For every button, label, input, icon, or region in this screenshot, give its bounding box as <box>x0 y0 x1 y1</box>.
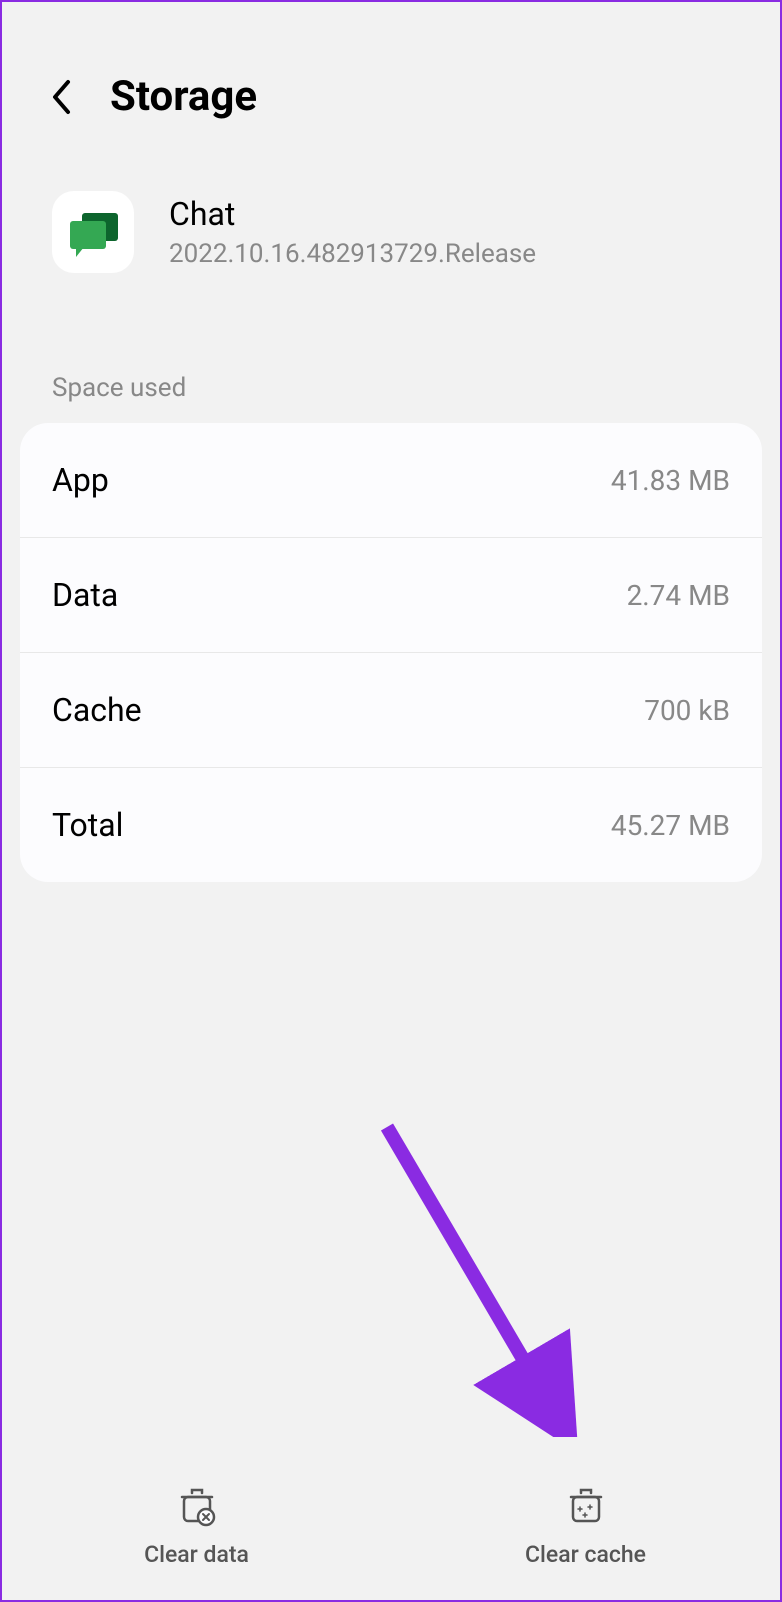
clear-data-icon <box>176 1487 218 1529</box>
storage-card: App 41.83 MB Data 2.74 MB Cache 700 kB T… <box>20 423 762 882</box>
clear-cache-button[interactable]: Clear cache <box>391 1455 780 1600</box>
storage-row-app: App 41.83 MB <box>20 423 762 538</box>
storage-label: App <box>52 461 109 499</box>
page-title: Storage <box>110 72 257 121</box>
clear-cache-icon <box>565 1487 607 1529</box>
app-version: 2022.10.16.482913729.Release <box>169 239 536 269</box>
storage-value: 45.27 MB <box>611 809 730 842</box>
storage-value: 41.83 MB <box>611 464 730 497</box>
clear-data-label: Clear data <box>144 1541 249 1568</box>
app-name: Chat <box>169 195 536 233</box>
app-icon <box>52 191 134 273</box>
storage-value: 2.74 MB <box>627 579 730 612</box>
storage-row-data: Data 2.74 MB <box>20 538 762 653</box>
storage-row-cache: Cache 700 kB <box>20 653 762 768</box>
storage-label: Data <box>52 576 118 614</box>
app-details: Chat 2022.10.16.482913729.Release <box>169 195 536 269</box>
back-button[interactable] <box>47 73 75 121</box>
clear-data-button[interactable]: Clear data <box>2 1455 391 1600</box>
chevron-left-icon <box>51 79 71 115</box>
storage-value: 700 kB <box>644 694 730 727</box>
storage-label: Total <box>52 806 123 844</box>
app-info: Chat 2022.10.16.482913729.Release <box>2 161 780 323</box>
storage-label: Cache <box>52 691 142 729</box>
clear-cache-label: Clear cache <box>525 1541 646 1568</box>
header: Storage <box>2 2 780 161</box>
section-header: Space used <box>2 323 780 423</box>
storage-row-total: Total 45.27 MB <box>20 768 762 882</box>
bottom-actions: Clear data Clear cache <box>2 1455 780 1600</box>
annotation-arrow <box>372 1117 592 1437</box>
